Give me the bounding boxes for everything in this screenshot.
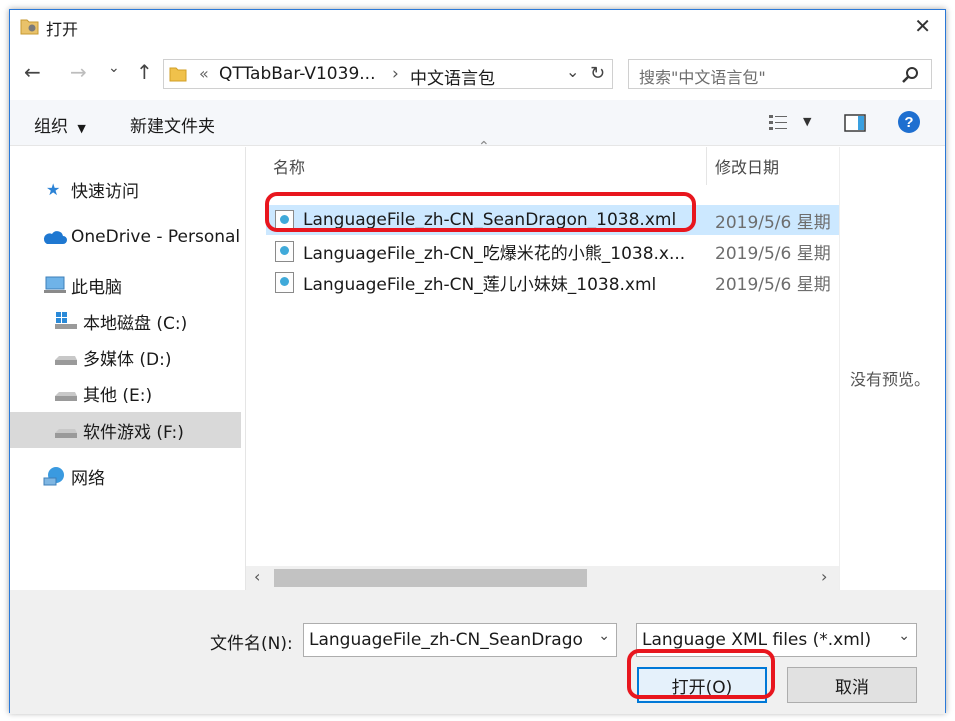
filename-input[interactable]: LanguageFile_zh-CN_SeanDrago ⌄	[303, 623, 617, 657]
file-row[interactable]: LanguageFile_zh-CN_SeanDragon_1038.xml 2…	[266, 205, 839, 235]
title-bar: 打开 ✕	[10, 10, 945, 42]
no-preview-text: 没有预览。	[850, 370, 931, 389]
folder-icon	[169, 67, 187, 82]
new-folder-button[interactable]: 新建文件夹	[130, 112, 215, 137]
sidebar-item-label: 快速访问	[71, 181, 139, 202]
breadcrumb-segment[interactable]: QTTabBar-V1039...	[219, 64, 375, 84]
xml-file-icon	[275, 272, 294, 293]
breadcrumb-segment[interactable]: 中文语言包	[410, 64, 495, 89]
column-header-modified[interactable]: 修改日期	[707, 147, 839, 185]
drive-icon	[55, 356, 77, 365]
filename-label: 文件名(N):	[210, 634, 293, 654]
sidebar-item-onedrive[interactable]: OneDrive - Personal	[10, 220, 241, 254]
sidebar-item-network[interactable]: 网络	[10, 459, 241, 493]
back-button[interactable]: ←	[24, 60, 41, 84]
xml-file-icon	[275, 210, 294, 231]
scrollbar-thumb[interactable]	[274, 569, 587, 587]
up-button[interactable]: ↑	[136, 60, 153, 84]
close-icon[interactable]: ✕	[914, 14, 931, 38]
address-row: ← → ⌄ ↑ « QTTabBar-V1039... › 中文语言包 ⌄ ↻ …	[10, 50, 945, 94]
star-icon: ★	[46, 179, 61, 199]
sidebar-item-quick-access[interactable]: ★ 快速访问	[10, 172, 241, 206]
search-icon[interactable]	[902, 66, 920, 84]
preview-pane: 没有预览。	[839, 147, 945, 590]
dialog-footer: 文件名(N): LanguageFile_zh-CN_SeanDrago ⌄ L…	[10, 590, 945, 714]
cancel-button[interactable]: 取消	[787, 667, 917, 703]
sidebar-item-label: OneDrive - Personal	[71, 227, 241, 247]
search-placeholder: 搜索"中文语言包"	[639, 68, 766, 87]
chevron-down-icon[interactable]: ⌄	[566, 62, 579, 81]
organize-button[interactable]: 组织 ▼	[34, 112, 86, 137]
refresh-button[interactable]: ↻	[590, 63, 605, 84]
caret-down-icon: ▼	[77, 122, 86, 135]
open-button[interactable]: 打开(O)	[637, 667, 767, 703]
filetype-select[interactable]: Language XML files (*.xml) ⌄	[636, 623, 917, 657]
view-options-icon[interactable]	[768, 113, 788, 133]
help-icon[interactable]: ?	[897, 110, 921, 134]
sidebar-item-drive-f[interactable]: 软件游戏 (F:)	[10, 412, 241, 448]
column-header-label: 修改日期	[715, 158, 780, 177]
file-date: 2019/5/6 星期	[715, 212, 831, 233]
forward-button[interactable]: →	[70, 60, 87, 84]
open-file-dialog: 打开 ✕ ← → ⌄ ↑ « QTTabBar-V1039... › 中文语言包…	[9, 9, 946, 714]
column-header-label: 名称	[273, 158, 306, 177]
address-bar[interactable]: « QTTabBar-V1039... › 中文语言包 ⌄ ↻	[163, 59, 613, 89]
chevron-down-icon[interactable]: ⌄	[898, 628, 910, 644]
sidebar-item-label: 其他 (E:)	[83, 385, 153, 406]
file-name: LanguageFile_zh-CN_SeanDragon_1038.xml	[303, 210, 677, 230]
drive-icon	[55, 429, 77, 438]
chevron-down-icon[interactable]: ⌄	[598, 628, 610, 644]
computer-icon	[44, 276, 66, 293]
recent-locations-button[interactable]: ⌄	[108, 60, 120, 76]
network-icon	[43, 467, 64, 486]
file-name: LanguageFile_zh-CN_吃爆米花的小熊_1038.x...	[303, 243, 686, 264]
preview-pane-icon[interactable]	[844, 114, 866, 132]
file-name: LanguageFile_zh-CN_莲儿小妹妹_1038.xml	[303, 274, 657, 295]
drive-icon	[55, 392, 77, 401]
system-drive-icon	[55, 312, 77, 329]
horizontal-scrollbar[interactable]: ‹ ›	[246, 566, 839, 590]
breadcrumb-separator[interactable]: ›	[392, 64, 399, 84]
sidebar-item-this-pc[interactable]: 此电脑	[10, 268, 241, 302]
navigation-pane: ★ 快速访问 OneDrive - Personal 此电脑 本地磁盘 (C:)	[10, 147, 246, 590]
scroll-right-icon[interactable]: ›	[821, 567, 827, 586]
organize-label: 组织	[34, 117, 68, 137]
column-header-name[interactable]: 名称 ⌃	[246, 139, 706, 185]
search-input[interactable]: 搜索"中文语言包"	[628, 59, 932, 89]
xml-file-icon	[275, 241, 294, 262]
scroll-left-icon[interactable]: ‹	[254, 567, 260, 586]
filename-value: LanguageFile_zh-CN_SeanDrago	[309, 630, 583, 650]
window-title: 打开	[46, 20, 79, 39]
file-list: 名称 ⌃ 修改日期 LanguageFile_zh-CN_SeanDragon_…	[246, 139, 839, 590]
file-row[interactable]: LanguageFile_zh-CN_吃爆米花的小熊_1038.x... 201…	[266, 236, 839, 266]
file-date: 2019/5/6 星期	[715, 274, 831, 295]
sidebar-item-label: 此电脑	[71, 277, 122, 298]
address-overflow[interactable]: «	[199, 64, 209, 83]
sidebar-item-drive-d[interactable]: 多媒体 (D:)	[10, 340, 241, 374]
file-date: 2019/5/6 星期	[715, 243, 831, 264]
sidebar-item-drive-e[interactable]: 其他 (E:)	[10, 376, 241, 410]
filetype-value: Language XML files (*.xml)	[642, 630, 872, 650]
folder-gear-icon	[20, 19, 39, 35]
sidebar-item-label: 软件游戏 (F:)	[83, 422, 184, 443]
view-dropdown-caret-icon[interactable]: ▼	[803, 115, 811, 128]
sidebar-item-label: 多媒体 (D:)	[83, 349, 172, 370]
svg-text:?: ?	[904, 114, 913, 131]
sidebar-item-label: 网络	[71, 468, 105, 489]
sidebar-item-drive-c[interactable]: 本地磁盘 (C:)	[10, 304, 241, 338]
sort-ascending-icon: ⌃	[478, 139, 490, 155]
file-row[interactable]: LanguageFile_zh-CN_莲儿小妹妹_1038.xml 2019/5…	[266, 267, 839, 297]
sidebar-item-label: 本地磁盘 (C:)	[83, 313, 188, 334]
cloud-icon	[43, 231, 67, 244]
